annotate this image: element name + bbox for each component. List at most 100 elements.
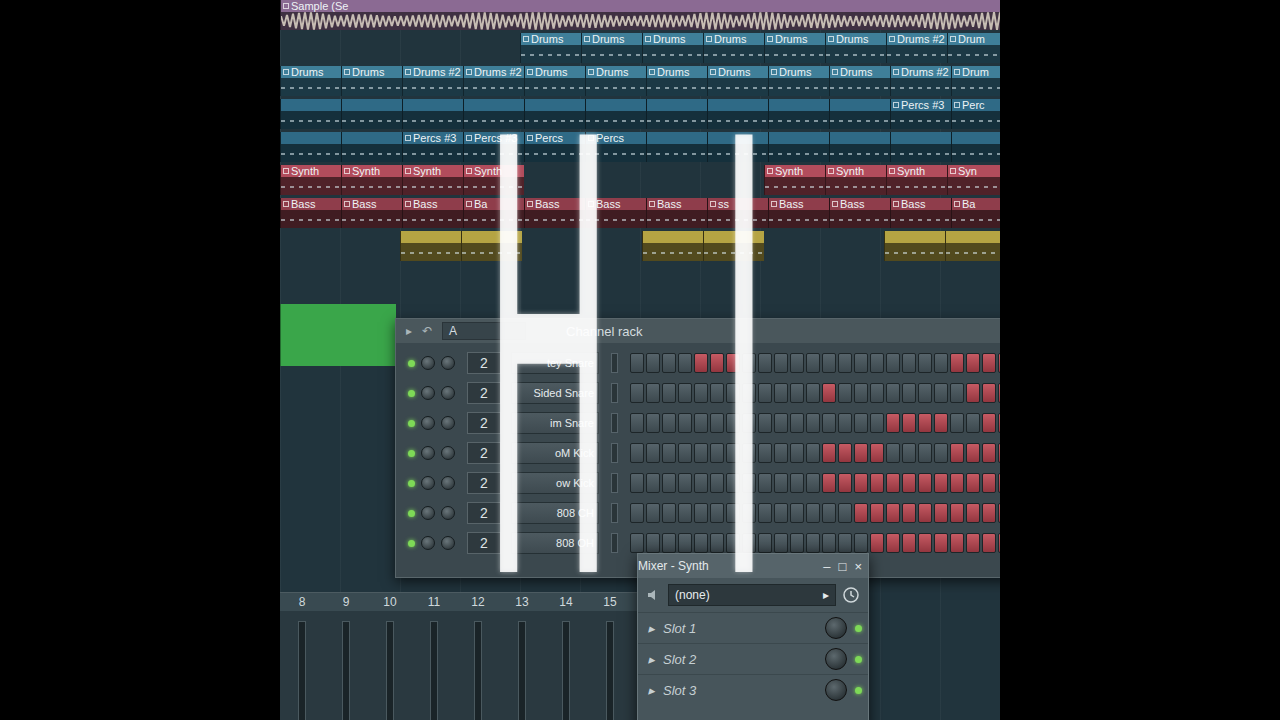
volume-knob[interactable]: [441, 356, 455, 370]
step-pad[interactable]: [854, 443, 868, 463]
step-pad[interactable]: [934, 443, 948, 463]
clip-clip[interactable]: Drums: [341, 66, 402, 96]
step-pad[interactable]: [934, 533, 948, 553]
step-pad[interactable]: [742, 533, 756, 553]
clip-menu-icon[interactable]: [283, 201, 289, 207]
step-pad[interactable]: [758, 503, 772, 523]
step-pad[interactable]: [758, 353, 772, 373]
step-pad[interactable]: [918, 473, 932, 493]
step-pad[interactable]: [710, 443, 724, 463]
step-pad[interactable]: [630, 443, 644, 463]
step-pad[interactable]: [966, 383, 980, 403]
clip-menu-icon[interactable]: [828, 168, 834, 174]
step-pad[interactable]: [822, 443, 836, 463]
clip-menu-icon[interactable]: [710, 201, 716, 207]
step-pad[interactable]: [742, 383, 756, 403]
step-pad[interactable]: [694, 413, 708, 433]
clip-menu-icon[interactable]: [344, 69, 350, 75]
clip-menu-icon[interactable]: [344, 168, 350, 174]
clip-menu-icon[interactable]: [344, 201, 350, 207]
step-pad[interactable]: [950, 353, 964, 373]
step-pad[interactable]: [758, 533, 772, 553]
channel-select[interactable]: [611, 443, 618, 463]
step-pad[interactable]: [822, 533, 836, 553]
insert-number[interactable]: 8: [280, 593, 324, 611]
clip-clip[interactable]: [463, 99, 524, 129]
fader[interactable]: [518, 621, 526, 720]
clip-menu-icon[interactable]: [283, 3, 289, 9]
clip-clip[interactable]: Drums #2: [886, 33, 947, 63]
clip-clip[interactable]: Drums: [585, 66, 646, 96]
clip-clip[interactable]: ss: [707, 198, 768, 228]
step-pad[interactable]: [918, 533, 932, 553]
step-pad[interactable]: [822, 383, 836, 403]
step-pad[interactable]: [870, 503, 884, 523]
clip-menu-icon[interactable]: [706, 36, 712, 42]
channel-name-button[interactable]: oM Kick: [511, 442, 599, 464]
clip-clip[interactable]: Syn: [947, 165, 1000, 195]
clip-clip[interactable]: Synth: [463, 165, 524, 195]
step-pad[interactable]: [966, 443, 980, 463]
clip-clip[interactable]: Synth: [825, 165, 886, 195]
step-pad[interactable]: [806, 383, 820, 403]
clip-clip[interactable]: Drums: [520, 33, 581, 63]
step-pad[interactable]: [854, 533, 868, 553]
channel-rack-window[interactable]: ▸↶AChannel rack2tey Snare2Sided Snare2im…: [395, 318, 1000, 578]
clip-menu-icon[interactable]: [828, 36, 834, 42]
clip-menu-icon[interactable]: [771, 69, 777, 75]
clip-clip[interactable]: Bass: [341, 198, 402, 228]
step-pad[interactable]: [838, 533, 852, 553]
step-pad[interactable]: [694, 473, 708, 493]
step-pad[interactable]: [982, 443, 996, 463]
step-pad[interactable]: [934, 383, 948, 403]
clip-menu-icon[interactable]: [405, 168, 411, 174]
step-pad[interactable]: [790, 533, 804, 553]
step-pad[interactable]: [998, 443, 1000, 463]
step-pad[interactable]: [662, 443, 676, 463]
step-pad[interactable]: [870, 383, 884, 403]
clip-menu-icon[interactable]: [893, 69, 899, 75]
step-pad[interactable]: [694, 503, 708, 523]
step-pad[interactable]: [646, 383, 660, 403]
clip-menu-icon[interactable]: [584, 36, 590, 42]
step-pad[interactable]: [774, 503, 788, 523]
step-pad[interactable]: [774, 383, 788, 403]
step-pad[interactable]: [886, 383, 900, 403]
step-pad[interactable]: [966, 503, 980, 523]
clip-clip[interactable]: Bass: [890, 198, 951, 228]
step-pad[interactable]: [838, 473, 852, 493]
step-pad[interactable]: [790, 383, 804, 403]
step-pad[interactable]: [902, 503, 916, 523]
clip-clip[interactable]: Perc: [951, 99, 1000, 129]
step-pad[interactable]: [726, 473, 740, 493]
clip-clip[interactable]: [951, 132, 1000, 162]
clip-menu-icon[interactable]: [893, 201, 899, 207]
step-pad[interactable]: [982, 473, 996, 493]
step-pad[interactable]: [790, 443, 804, 463]
mix-knob[interactable]: [825, 648, 847, 670]
step-pad[interactable]: [934, 353, 948, 373]
step-pad[interactable]: [982, 533, 996, 553]
step-pad[interactable]: [838, 503, 852, 523]
mixer-track-number[interactable]: 2: [467, 382, 501, 404]
step-pad[interactable]: [902, 413, 916, 433]
clip-menu-icon[interactable]: [767, 36, 773, 42]
clip-menu-icon[interactable]: [954, 69, 960, 75]
step-pad[interactable]: [886, 533, 900, 553]
step-pad[interactable]: [710, 413, 724, 433]
channel-led[interactable]: [408, 390, 415, 397]
step-pad[interactable]: [806, 533, 820, 553]
clip-menu-icon[interactable]: [832, 201, 838, 207]
step-pad[interactable]: [710, 353, 724, 373]
step-pad[interactable]: [934, 503, 948, 523]
clip-menu-icon[interactable]: [954, 201, 960, 207]
step-pad[interactable]: [662, 353, 676, 373]
clip-menu-icon[interactable]: [889, 168, 895, 174]
clip-clip[interactable]: Synth: [341, 165, 402, 195]
clip-clip[interactable]: Bass: [646, 198, 707, 228]
step-pad[interactable]: [662, 533, 676, 553]
clip-clip[interactable]: [703, 231, 764, 261]
clip-clip[interactable]: [280, 99, 341, 129]
channel-led[interactable]: [408, 510, 415, 517]
step-pad[interactable]: [758, 443, 772, 463]
